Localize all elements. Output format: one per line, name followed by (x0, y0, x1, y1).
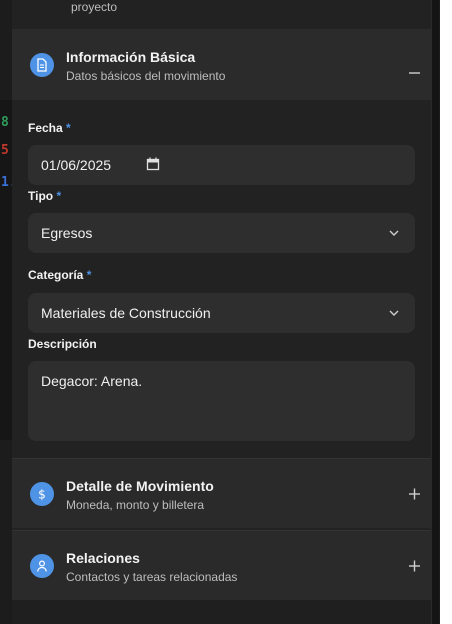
chevron-down-icon (389, 310, 399, 316)
calendar-icon[interactable] (146, 157, 160, 171)
previous-section-subtitle: proyecto (71, 0, 118, 14)
section-basic-info-header[interactable]: Información Básica Datos básicos del mov… (12, 29, 431, 100)
section-movement-detail-header[interactable]: $ Detalle de Movimiento Moneda, monto y … (12, 458, 431, 528)
section-title: Relaciones (66, 550, 140, 566)
descripcion-value: Degacor: Arena. (41, 373, 143, 389)
collapse-icon[interactable] (407, 65, 423, 81)
user-icon (30, 554, 54, 578)
categoria-label: Categoría * (28, 268, 92, 282)
tipo-value: Egresos (41, 225, 93, 241)
fecha-value: 01/06/2025 (41, 157, 112, 173)
section-subtitle: Moneda, monto y billetera (66, 498, 205, 512)
section-title: Información Básica (66, 49, 196, 65)
fecha-label: Fecha * (28, 121, 71, 135)
section-relations-header[interactable]: Relaciones Contactos y tareas relacionad… (12, 530, 431, 600)
background-char: 8 (1, 115, 9, 130)
tipo-label: Tipo * (28, 189, 62, 203)
background-char: 5 (1, 143, 9, 158)
tipo-select[interactable]: Egresos (28, 213, 415, 253)
categoria-value: Materiales de Construcción (41, 305, 211, 321)
backdrop-strip: 8 5 1. (0, 100, 17, 440)
descripcion-textarea[interactable]: Degacor: Arena. (28, 361, 415, 441)
section-subtitle: Contactos y tareas relacionadas (66, 570, 238, 584)
descripcion-label: Descripción (28, 337, 97, 351)
section-title: Detalle de Movimiento (66, 478, 214, 494)
document-icon (30, 53, 54, 77)
fecha-date-input[interactable]: 01/06/2025 (28, 145, 415, 185)
categoria-select[interactable]: Materiales de Construcción (28, 293, 415, 333)
panel-footer-area (12, 600, 431, 624)
svg-text:$: $ (38, 488, 46, 502)
expand-icon[interactable] (407, 486, 423, 502)
scroll-edge (431, 0, 439, 624)
section-subtitle: Datos básicos del movimiento (66, 69, 226, 83)
dollar-icon: $ (30, 482, 54, 506)
chevron-down-icon (389, 230, 399, 236)
expand-icon[interactable] (407, 558, 423, 574)
